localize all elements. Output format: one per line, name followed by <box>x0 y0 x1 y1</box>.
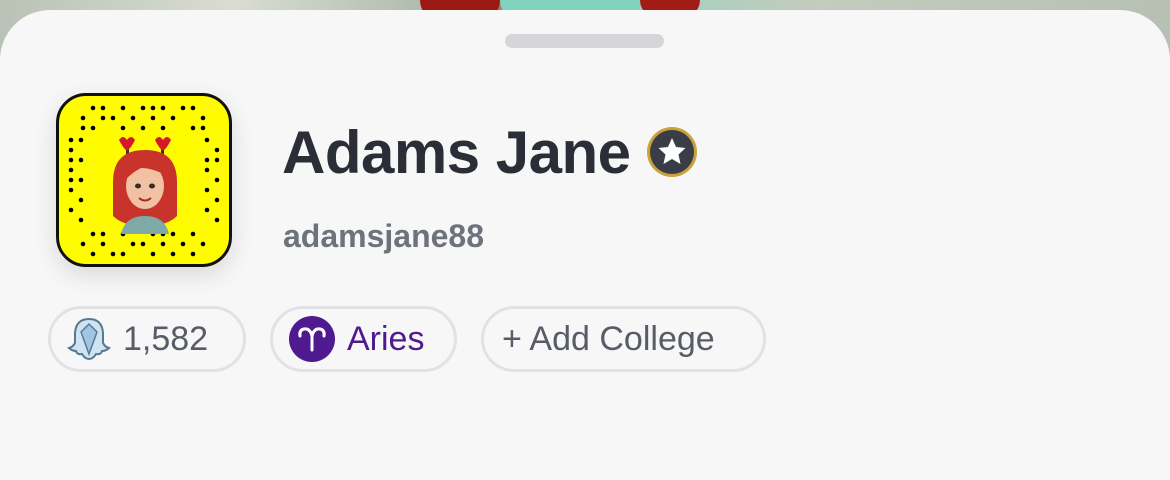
zodiac-label: Aries <box>347 319 425 358</box>
star-badge-icon[interactable] <box>645 125 699 179</box>
aries-icon <box>289 316 335 362</box>
bitmoji-avatar <box>113 137 177 234</box>
sheet-grabber-handle[interactable] <box>505 34 664 48</box>
snapscore-chip[interactable]: 1,582 <box>48 306 246 372</box>
profile-name-row: Adams Jane <box>282 112 699 192</box>
add-college-label: + Add College <box>502 319 715 358</box>
add-college-button[interactable]: + Add College <box>481 306 766 372</box>
zodiac-chip[interactable]: Aries <box>270 306 457 372</box>
display-name: Adams Jane <box>282 118 631 186</box>
username: adamsjane88 <box>283 218 485 254</box>
snapscore-value: 1,582 <box>123 319 209 358</box>
ghost-diamond-icon <box>67 317 111 361</box>
snapcode-avatar[interactable] <box>56 93 232 267</box>
